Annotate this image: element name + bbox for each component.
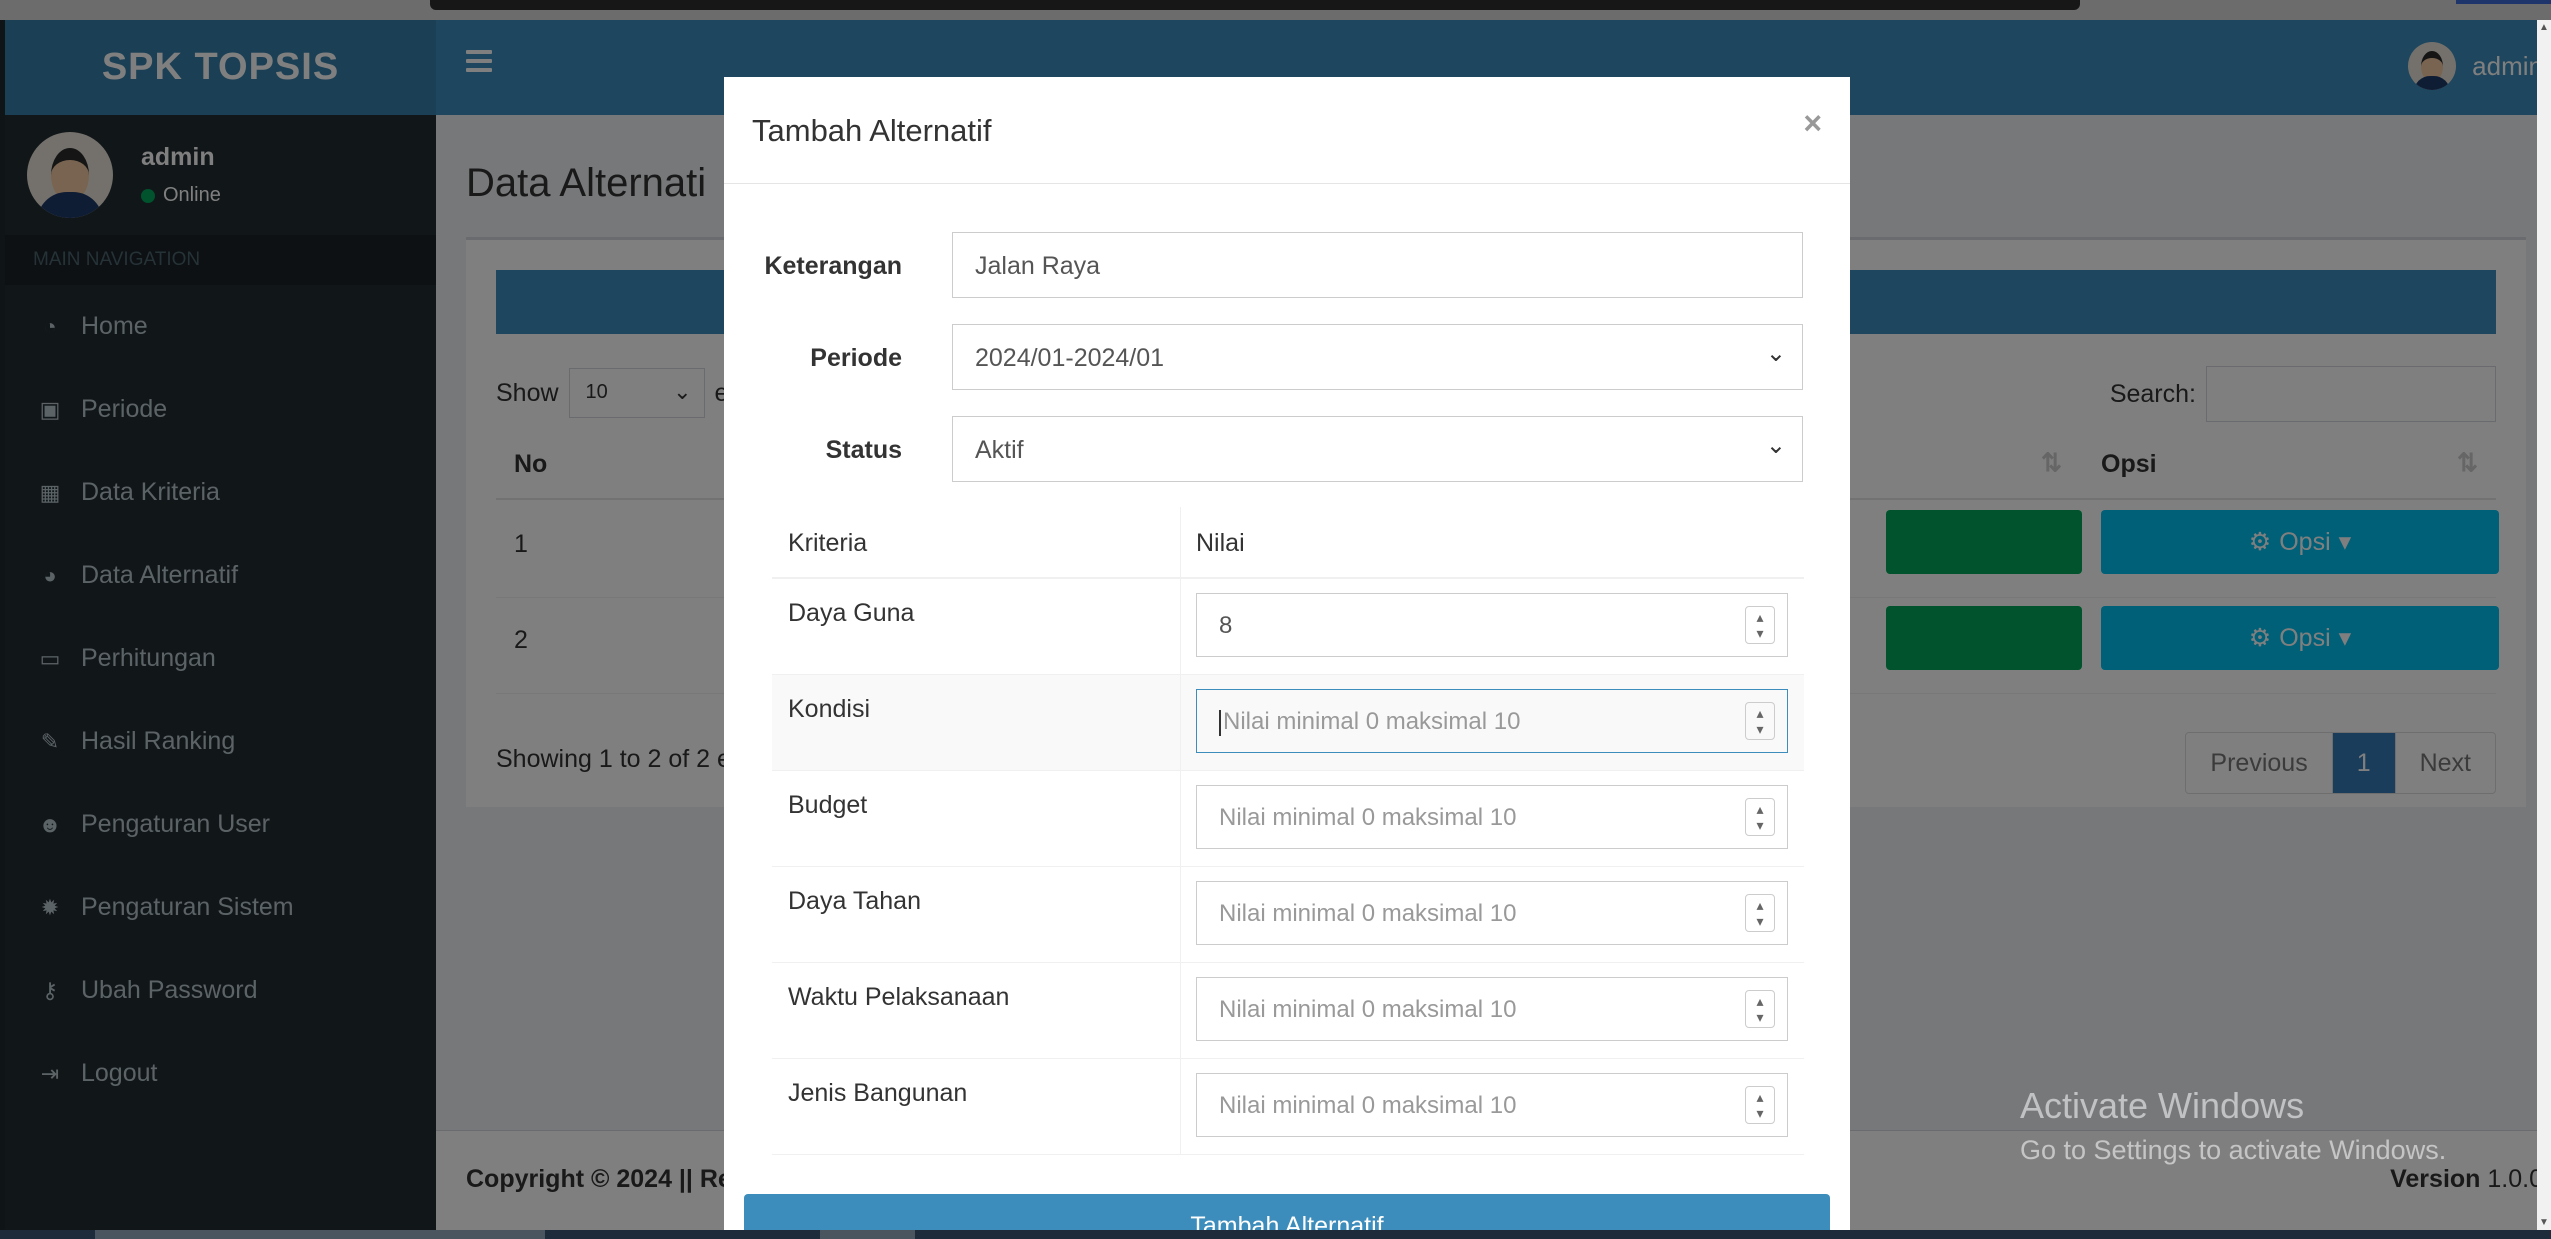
windows-activation-watermark: Activate Windows Go to Settings to activ…	[2020, 1085, 2447, 1165]
chevron-down-icon: ⌄	[1765, 340, 1786, 367]
status-label: Status	[825, 436, 902, 464]
keterangan-label: Keterangan	[764, 252, 902, 280]
nilai-input-daya-guna[interactable]: 8 ▴ ▾	[1196, 593, 1788, 657]
spinner-icon[interactable]: ▴ ▾	[1745, 606, 1775, 644]
nilai-input-kondisi[interactable]: Nilai minimal 0 maksimal 10 ▴ ▾	[1196, 689, 1788, 753]
text-caret	[1219, 709, 1221, 736]
scroll-down-icon[interactable]: ▼	[2539, 1217, 2549, 1228]
close-icon[interactable]: ×	[1803, 105, 1822, 142]
table-row: Jenis Bangunan Nilai minimal 0 maksimal …	[772, 1059, 1804, 1155]
col-kriteria: Kriteria	[788, 529, 868, 557]
nilai-input-waktu-pelaksanaan[interactable]: Nilai minimal 0 maksimal 10 ▴ ▾	[1196, 977, 1788, 1041]
periode-row: Periode 2024/01-2024/01 ⌄	[724, 324, 1850, 390]
page-scrollbar[interactable]: ▲ ▼	[2537, 20, 2551, 1230]
spinner-icon[interactable]: ▴ ▾	[1745, 990, 1775, 1028]
spinner-icon[interactable]: ▴ ▾	[1745, 702, 1775, 740]
status-row: Status Aktif ⌄	[724, 416, 1850, 482]
scroll-up-icon[interactable]: ▲	[2539, 22, 2549, 33]
nilai-input-daya-tahan[interactable]: Nilai minimal 0 maksimal 10 ▴ ▾	[1196, 881, 1788, 945]
keterangan-input[interactable]: Jalan Raya	[952, 232, 1803, 298]
table-row: Waktu Pelaksanaan Nilai minimal 0 maksim…	[772, 963, 1804, 1059]
criteria-table: Kriteria Nilai Daya Guna 8 ▴ ▾ Kondisi Ni…	[772, 507, 1804, 1155]
modal-title: Tambah Alternatif	[752, 113, 992, 148]
nilai-input-budget[interactable]: Nilai minimal 0 maksimal 10 ▴ ▾	[1196, 785, 1788, 849]
chevron-down-icon: ⌄	[1765, 432, 1786, 459]
taskbar-item[interactable]	[820, 1230, 915, 1239]
taskbar	[0, 1230, 2551, 1239]
spinner-icon[interactable]: ▴ ▾	[1745, 798, 1775, 836]
table-row: Daya Tahan Nilai minimal 0 maksimal 10 ▴…	[772, 867, 1804, 963]
periode-select[interactable]: 2024/01-2024/01 ⌄	[952, 324, 1803, 390]
table-row: Kondisi Nilai minimal 0 maksimal 10 ▴ ▾	[772, 675, 1804, 771]
keterangan-row: Keterangan Jalan Raya	[724, 232, 1850, 298]
col-nilai: Nilai	[1196, 529, 1245, 557]
criteria-table-header: Kriteria Nilai	[772, 507, 1804, 579]
spinner-icon[interactable]: ▴ ▾	[1745, 894, 1775, 932]
table-row: Budget Nilai minimal 0 maksimal 10 ▴ ▾	[772, 771, 1804, 867]
submit-button[interactable]: Tambah Alternatif	[744, 1194, 1830, 1230]
periode-label: Periode	[810, 344, 902, 372]
modal-header: Tambah Alternatif ×	[724, 77, 1850, 184]
nilai-input-jenis-bangunan[interactable]: Nilai minimal 0 maksimal 10 ▴ ▾	[1196, 1073, 1788, 1137]
spinner-icon[interactable]: ▴ ▾	[1745, 1086, 1775, 1124]
add-alternative-modal: Tambah Alternatif × Keterangan Jalan Ray…	[724, 77, 1850, 1230]
table-row: Daya Guna 8 ▴ ▾	[772, 579, 1804, 675]
taskbar-item[interactable]	[95, 1230, 545, 1239]
status-select[interactable]: Aktif ⌄	[952, 416, 1803, 482]
